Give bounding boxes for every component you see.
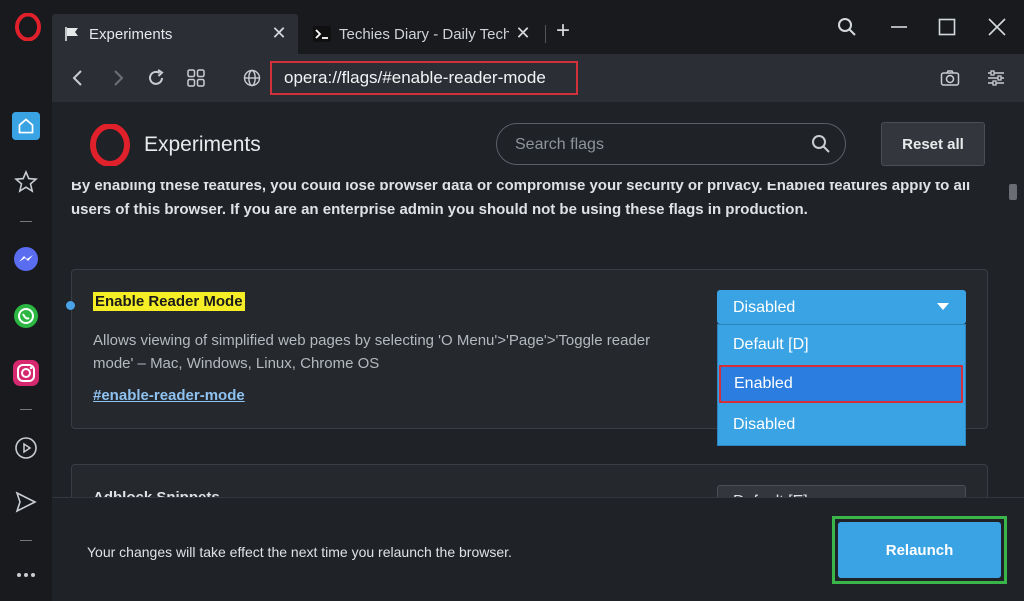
flag-icon bbox=[63, 25, 81, 43]
search-flags-input[interactable]: Search flags bbox=[496, 123, 846, 165]
scrollbar-thumb[interactable] bbox=[1009, 184, 1017, 200]
close-tab-icon[interactable]: ✕ bbox=[514, 24, 532, 42]
sidebar-divider bbox=[20, 221, 32, 222]
option-default[interactable]: Default [D] bbox=[718, 325, 965, 365]
send-icon[interactable] bbox=[12, 488, 40, 516]
chevron-down-icon bbox=[937, 303, 949, 310]
whatsapp-icon[interactable] bbox=[12, 302, 40, 330]
option-disabled[interactable]: Disabled bbox=[718, 405, 965, 445]
relaunch-bar: Your changes will take effect the next t… bbox=[52, 497, 1024, 601]
easy-setup-icon[interactable] bbox=[984, 66, 1008, 90]
close-window-icon[interactable] bbox=[984, 14, 1010, 40]
messenger-icon[interactable] bbox=[12, 245, 40, 273]
relaunch-message: Your changes will take effect the next t… bbox=[87, 544, 512, 560]
tab-title: Experiments bbox=[89, 25, 173, 43]
player-icon[interactable] bbox=[12, 434, 40, 462]
close-tab-icon[interactable]: ✕ bbox=[270, 24, 288, 42]
address-bar: opera://flags/#enable-reader-mode bbox=[52, 54, 1024, 102]
search-tabs-icon[interactable] bbox=[834, 14, 860, 40]
globe-icon bbox=[240, 66, 264, 90]
tab-grid-icon[interactable] bbox=[184, 66, 208, 90]
tab-divider bbox=[545, 25, 546, 43]
camera-icon[interactable] bbox=[938, 66, 962, 90]
flag-anchor-link[interactable]: #enable-reader-mode bbox=[93, 387, 245, 404]
flag-state-dropdown: Default [D] Enabled Disabled bbox=[717, 324, 966, 446]
new-tab-icon[interactable]: + bbox=[552, 19, 574, 43]
option-enabled[interactable]: Enabled bbox=[719, 365, 963, 403]
back-icon[interactable] bbox=[66, 66, 90, 90]
bookmarks-icon[interactable] bbox=[12, 168, 40, 196]
url-field[interactable]: opera://flags/#enable-reader-mode bbox=[270, 61, 578, 95]
flag-title: Enable Reader Mode bbox=[93, 292, 245, 311]
tab-techies-diary[interactable]: Techies Diary - Daily Tech S ✕ bbox=[302, 14, 542, 54]
selected-value: Disabled bbox=[733, 299, 796, 316]
browser-window: Experiments ✕ Techies Diary - Daily Tech… bbox=[0, 0, 1024, 601]
minimize-icon[interactable] bbox=[886, 14, 912, 40]
search-icon bbox=[811, 134, 831, 154]
home-icon[interactable] bbox=[12, 112, 40, 140]
page-header: Experiments Search flags Reset all bbox=[52, 102, 1024, 182]
opera-logo-icon bbox=[90, 123, 130, 167]
modified-indicator-dot bbox=[66, 301, 75, 310]
tab-title: Techies Diary - Daily Tech S bbox=[339, 25, 509, 43]
url-text: opera://flags/#enable-reader-mode bbox=[284, 68, 546, 87]
page-title: Experiments bbox=[144, 133, 261, 156]
tab-experiments[interactable]: Experiments ✕ bbox=[52, 14, 298, 54]
opera-menu-icon[interactable] bbox=[15, 12, 41, 42]
maximize-icon[interactable] bbox=[934, 14, 960, 40]
sidebar-divider bbox=[20, 540, 32, 541]
search-placeholder: Search flags bbox=[515, 136, 604, 153]
flag-state-select[interactable]: Disabled bbox=[717, 290, 966, 324]
forward-icon[interactable] bbox=[106, 66, 130, 90]
sidebar-divider bbox=[20, 409, 32, 410]
instagram-icon[interactable] bbox=[12, 359, 40, 387]
flag-description: Allows viewing of simplified web pages b… bbox=[93, 332, 651, 372]
more-icon[interactable] bbox=[12, 561, 40, 589]
terminal-icon bbox=[313, 25, 331, 43]
reload-icon[interactable] bbox=[144, 66, 168, 90]
reset-all-button[interactable]: Reset all bbox=[881, 122, 985, 166]
relaunch-button[interactable]: Relaunch bbox=[838, 522, 1001, 578]
sidebar bbox=[0, 54, 52, 601]
title-bar: Experiments ✕ Techies Diary - Daily Tech… bbox=[0, 0, 1024, 54]
